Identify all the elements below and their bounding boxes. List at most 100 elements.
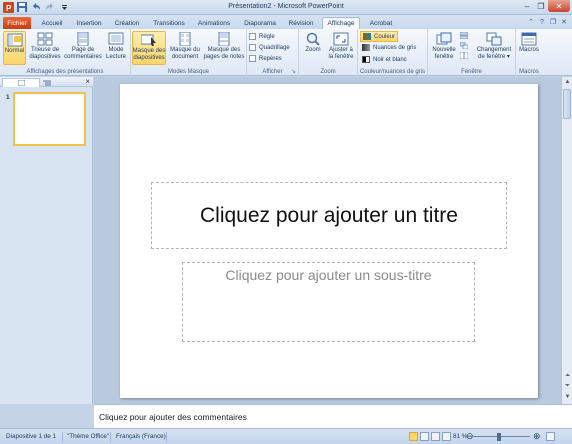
- ribbon: Normal Trieuse de diapositives Page de c…: [0, 29, 572, 76]
- zoom-button[interactable]: Zoom: [301, 31, 325, 65]
- group-show: Règle Quadrillage Repères Afficher ↘: [247, 29, 299, 76]
- slide-editing-area: Cliquez pour ajouter un titre Cliquez po…: [94, 77, 561, 404]
- normal-view-button[interactable]: Normal: [3, 31, 26, 65]
- fit-slide-icon[interactable]: [546, 432, 555, 441]
- arrange-all-icon[interactable]: [460, 32, 468, 39]
- gridlines-checkbox-box[interactable]: [249, 44, 256, 51]
- gridlines-checkbox[interactable]: Quadrillage: [249, 44, 290, 51]
- group-label-master-views: Modes Masque: [167, 69, 210, 75]
- slide-master-button[interactable]: Masque des diapositives: [132, 31, 166, 65]
- fit-window-icon: [333, 32, 349, 46]
- group-label-macros: Macros: [519, 69, 539, 75]
- scroll-down-icon[interactable]: ▼: [563, 393, 572, 402]
- restore-icon[interactable]: ❐: [534, 0, 548, 12]
- reading-view-button[interactable]: Mode Lecture: [104, 31, 128, 65]
- group-label-color: Couleur/nuances de gris: [359, 69, 426, 75]
- tab-revision[interactable]: Révision: [285, 17, 317, 29]
- minimize-icon[interactable]: –: [520, 0, 534, 12]
- new-window-button[interactable]: Nouvelle fenêtre: [430, 31, 458, 65]
- notes-page-button[interactable]: Page de commentaires: [64, 31, 102, 65]
- ruler-checkbox[interactable]: Règle: [249, 33, 275, 40]
- color-button[interactable]: Couleur: [360, 31, 399, 42]
- scroll-up-icon[interactable]: ▲: [563, 78, 572, 87]
- slide-thumbnail-number: 1: [6, 94, 10, 101]
- macros-button[interactable]: Macros: [517, 31, 541, 65]
- guides-checkbox-box[interactable]: [249, 55, 256, 62]
- ribbon-restore-icon[interactable]: ❐: [549, 18, 557, 26]
- slide-thumbnail[interactable]: [13, 92, 86, 146]
- macros-icon: [521, 32, 537, 46]
- notes-page-icon: [77, 32, 89, 46]
- ribbon-close-icon[interactable]: ✕: [560, 18, 568, 26]
- normal-view-icon: [7, 33, 22, 47]
- tab-acrobat[interactable]: Acrobat: [366, 17, 396, 29]
- ruler-checkbox-box[interactable]: [249, 33, 256, 40]
- switch-windows-icon: [486, 32, 502, 46]
- tab-insertion[interactable]: Insertion: [72, 17, 106, 29]
- title-placeholder[interactable]: Cliquez pour ajouter un titre: [151, 182, 507, 249]
- color-swatch-icon: [363, 33, 371, 40]
- notes-pane[interactable]: Cliquez pour ajouter des commentaires: [94, 404, 572, 428]
- handout-master-button[interactable]: Masque du document: [168, 31, 202, 65]
- language-status[interactable]: Français (France): [116, 433, 166, 440]
- tab-diaporama[interactable]: Diaporama: [241, 17, 279, 29]
- slide-master-icon: [141, 34, 156, 46]
- guides-checkbox[interactable]: Repères: [249, 55, 282, 62]
- status-separator: [62, 432, 63, 442]
- minimize-ribbon-icon[interactable]: ⌃: [527, 18, 535, 26]
- previous-slide-icon[interactable]: ⏶: [563, 372, 572, 381]
- group-master-views: Masque des diapositives Masque du docume…: [131, 29, 247, 76]
- fit-to-window-button[interactable]: Ajuster à la fenêtre: [326, 31, 356, 65]
- title-bar: P Présentation2 - Microsoft PowerPoint –…: [0, 0, 572, 15]
- group-window: Nouvelle fenêtre Changement de fenêtre ▾…: [428, 29, 516, 76]
- grayscale-swatch-icon: [362, 44, 370, 51]
- group-label-zoom: Zoom: [320, 69, 336, 75]
- window-title: Présentation2 - Microsoft PowerPoint: [228, 3, 344, 10]
- show-dialog-launcher-icon[interactable]: ↘: [291, 68, 296, 75]
- move-split-icon[interactable]: [460, 52, 468, 59]
- tab-fichier[interactable]: Fichier: [3, 17, 31, 29]
- normal-view-status-icon[interactable]: [409, 432, 418, 441]
- black-white-swatch-icon: [362, 56, 370, 63]
- tab-accueil[interactable]: Accueil: [37, 17, 67, 29]
- new-window-icon: [436, 32, 452, 45]
- help-icon[interactable]: ?: [538, 18, 546, 26]
- grayscale-button[interactable]: Nuances de gris: [360, 43, 418, 52]
- tab-creation[interactable]: Création: [111, 17, 143, 29]
- black-white-button[interactable]: Noir et blanc: [360, 55, 409, 64]
- outline-tab[interactable]: [40, 78, 54, 87]
- pane-close-icon[interactable]: ×: [85, 77, 90, 86]
- slide-canvas[interactable]: Cliquez pour ajouter un titre Cliquez po…: [120, 84, 538, 398]
- scroll-thumb[interactable]: [563, 89, 571, 119]
- slideshow-status-icon[interactable]: [442, 432, 451, 441]
- slides-tab[interactable]: [2, 78, 40, 87]
- close-icon[interactable]: ✕: [548, 0, 570, 12]
- theme-status[interactable]: "Thème Office": [67, 433, 109, 440]
- handout-master-icon: [179, 32, 191, 46]
- zoom-slider-knob[interactable]: [497, 433, 501, 441]
- slide-sorter-button[interactable]: Trieuse de diapositives: [28, 31, 62, 65]
- group-label-window: Fenêtre: [461, 69, 482, 75]
- slides-tab-icon: [17, 80, 25, 86]
- switch-windows-button[interactable]: Changement de fenêtre ▾: [474, 31, 514, 65]
- group-color: Couleur Nuances de gris Noir et blanc Co…: [358, 29, 428, 76]
- slide-count-status: Diapositive 1 de 1: [6, 433, 57, 440]
- slide-sorter-status-icon[interactable]: [420, 432, 429, 441]
- notes-master-button[interactable]: Masque des pages de notes: [203, 31, 245, 65]
- vertical-scrollbar[interactable]: ▲ ⏶ ⏷ ▼: [561, 77, 572, 404]
- next-slide-icon[interactable]: ⏷: [563, 382, 572, 391]
- tab-transitions[interactable]: Transitions: [149, 17, 189, 29]
- subtitle-placeholder[interactable]: Cliquez pour ajouter un sous-titre: [182, 262, 475, 342]
- group-zoom: Zoom Ajuster à la fenêtre Zoom: [299, 29, 358, 76]
- reading-view-status-icon[interactable]: [431, 432, 440, 441]
- zoom-in-icon[interactable]: ⊕: [533, 431, 541, 442]
- group-macros: Macros Macros: [516, 29, 542, 76]
- tab-affichage[interactable]: Affichage: [322, 17, 360, 29]
- notes-placeholder[interactable]: Cliquez pour ajouter des commentaires: [99, 412, 247, 422]
- notes-master-icon: [218, 32, 230, 46]
- status-separator: [110, 432, 111, 442]
- reading-view-icon: [108, 32, 124, 45]
- tab-animations[interactable]: Animations: [194, 17, 234, 29]
- cascade-icon[interactable]: [460, 42, 468, 49]
- status-bar: Diapositive 1 de 1 "Thème Office" França…: [0, 428, 572, 444]
